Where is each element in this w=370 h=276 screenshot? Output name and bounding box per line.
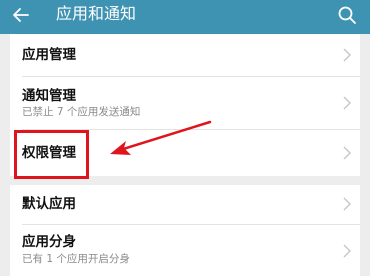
chevron-right-icon [343, 48, 351, 62]
list-item-label: 应用分身 [22, 234, 76, 250]
list-item-label: 默认应用 [22, 196, 76, 212]
highlight-box [14, 130, 89, 179]
list-item-label: 应用管理 [22, 47, 76, 63]
list-item-app-twin[interactable]: 应用分身 已有 1 个应用开启分身 [10, 225, 360, 276]
top-app-bar: 应用和通知 [0, 0, 370, 34]
settings-group-2: 默认应用 应用分身 已有 1 个应用开启分身 [10, 185, 360, 276]
chevron-right-icon [343, 146, 351, 160]
list-item-default-apps[interactable]: 默认应用 [10, 185, 360, 224]
list-item-subtitle: 已禁止 7 个应用发送通知 [22, 106, 141, 118]
back-arrow-icon[interactable] [8, 2, 34, 28]
chevron-right-icon [343, 96, 351, 110]
chevron-right-icon [343, 244, 351, 258]
list-item-subtitle: 已有 1 个应用开启分身 [22, 253, 130, 265]
list-item-notification-management[interactable]: 通知管理 已禁止 7 个应用发送通知 [10, 77, 360, 129]
chevron-right-icon [343, 197, 351, 211]
search-icon[interactable] [334, 2, 360, 28]
list-item-app-management[interactable]: 应用管理 [10, 34, 360, 76]
page-title: 应用和通知 [56, 4, 137, 23]
settings-screen: 应用和通知 应用管理 通知管理 已禁止 7 个应用发送通知 权限管理 默认应用 … [0, 0, 370, 276]
list-item-label: 通知管理 [22, 88, 76, 104]
